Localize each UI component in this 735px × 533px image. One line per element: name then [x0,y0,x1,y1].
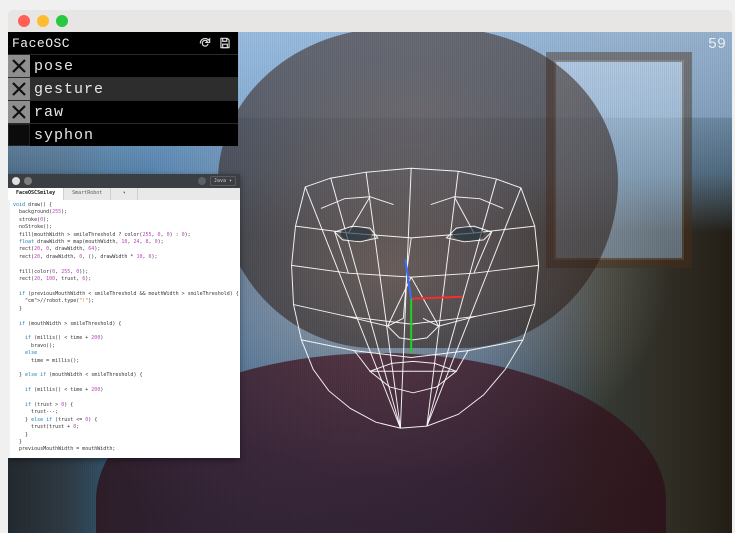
app-name: FaceOSC [12,36,70,51]
play-icon[interactable] [12,177,20,185]
editor-tabs: FaceOSCSmiley SmartRobot ▾ [8,188,240,200]
stop-icon[interactable] [24,177,32,185]
checkbox-checked-icon [8,55,30,77]
window-zoom-button[interactable] [56,15,68,27]
osc-toggle-syphon[interactable]: syphon [8,123,238,146]
osc-label: gesture [34,81,104,98]
checkbox-unchecked-icon [8,124,30,146]
save-icon[interactable] [218,36,232,50]
checkbox-checked-icon [8,101,30,123]
macos-titlebar [8,10,732,32]
app-window: 59 FaceOSC pose [8,10,732,533]
tab-faceoscsmiley[interactable]: FaceOSCSmiley [8,188,64,200]
osc-toggle-gesture[interactable]: gesture [8,77,238,100]
tab-smartrobot[interactable]: SmartRobot [64,188,111,200]
code-editor-window: Java ▾ FaceOSCSmiley SmartRobot ▾ void d… [8,174,240,458]
faceosc-panel: FaceOSC pose [8,32,238,146]
debug-icon[interactable] [198,177,206,185]
code-text: void draw() { background(255); stroke(0)… [10,200,240,458]
checkbox-checked-icon [8,78,30,100]
add-tab-button[interactable]: ▾ [111,188,138,200]
mode-selector[interactable]: Java ▾ [210,176,236,186]
osc-toggle-pose[interactable]: pose [8,54,238,77]
osc-label: syphon [34,127,94,144]
window-close-button[interactable] [18,15,30,27]
osc-label: raw [34,104,64,121]
background-window [546,52,692,268]
window-minimize-button[interactable] [37,15,49,27]
faceosc-header: FaceOSC [8,32,238,54]
fps-counter: 59 [708,36,726,53]
editor-toolbar: Java ▾ [8,174,240,188]
refresh-icon[interactable] [198,36,212,50]
mode-label: Java [214,178,226,184]
editor-code-area[interactable]: void draw() { background(255); stroke(0)… [8,200,240,458]
osc-toggle-raw[interactable]: raw [8,100,238,123]
subject-hair [218,32,618,348]
camera-stage: 59 FaceOSC pose [8,32,732,533]
osc-label: pose [34,58,74,75]
